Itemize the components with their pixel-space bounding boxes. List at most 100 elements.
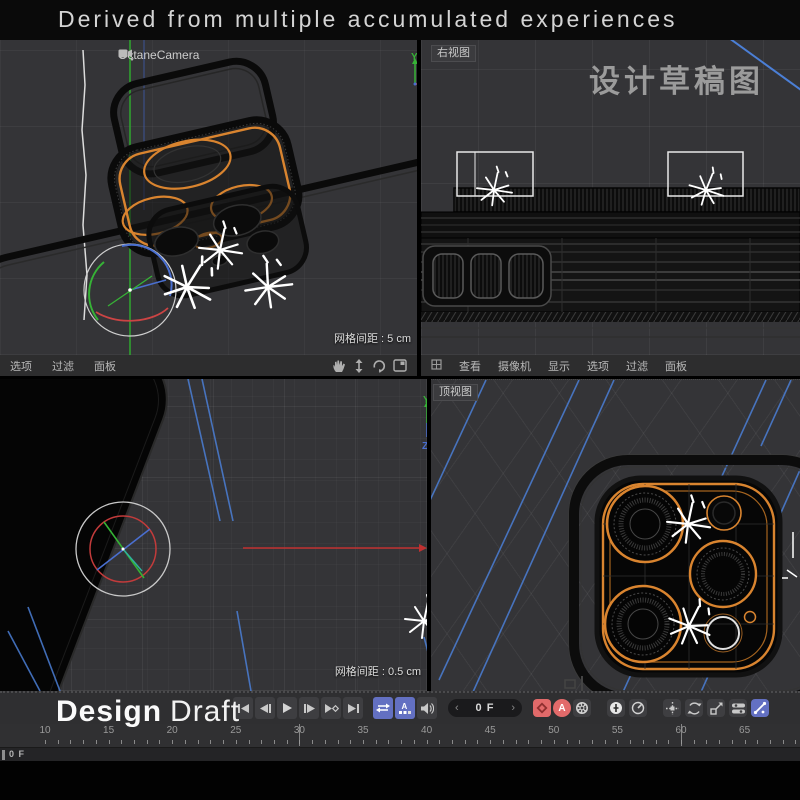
- ruler-frame-number: 50: [548, 725, 559, 736]
- ruler-tick: [363, 740, 364, 744]
- header-bar: Derived from multiple accumulated experi…: [0, 0, 800, 40]
- right-view-menubar: 查看 摄像机 显示 选项 过滤 面板: [421, 355, 800, 376]
- ruler-tick: [83, 740, 84, 744]
- record-rotation-button[interactable]: [629, 699, 647, 717]
- design-draft-watermark-cn: 设计草稿图: [589, 56, 764, 101]
- menu-item[interactable]: 过滤: [626, 358, 648, 374]
- grid-spacing-label: 网格间距 : 0.5 cm: [335, 663, 421, 679]
- ruler-frame-number: 65: [739, 725, 750, 736]
- timeline-scrubber[interactable]: 0 F: [0, 747, 800, 762]
- ruler-tick: [261, 740, 262, 744]
- rotate-view-icon[interactable]: [372, 359, 386, 373]
- ruler-tick: [630, 740, 631, 744]
- sketch-ticks: [782, 532, 797, 578]
- axis-z-label: Z: [422, 441, 427, 451]
- sound-button[interactable]: [417, 697, 437, 719]
- menu-item[interactable]: 面板: [665, 358, 687, 374]
- pan-hand-icon[interactable]: [332, 359, 346, 373]
- ruler-tick: [745, 740, 746, 744]
- ruler-tick: [223, 740, 224, 744]
- menu-item[interactable]: 摄像机: [498, 358, 531, 374]
- ruler-tick: [757, 740, 758, 744]
- menu-item[interactable]: 过滤: [52, 358, 74, 374]
- play-button[interactable]: [277, 697, 297, 719]
- grid-spacing-label: 网格间距 : 5 cm: [334, 330, 411, 346]
- goto-end-button[interactable]: [343, 697, 363, 719]
- frame-increment-arrow[interactable]: ›: [511, 703, 515, 713]
- ruler-tick: [159, 740, 160, 744]
- ruler-tick: [668, 740, 669, 744]
- playhead-marker[interactable]: [2, 750, 5, 760]
- ruler-frame-number: 55: [612, 725, 623, 736]
- menu-item[interactable]: 选项: [587, 358, 609, 374]
- ruler-tick: [312, 740, 313, 744]
- next-frame-button[interactable]: [299, 697, 319, 719]
- ruler-tick: [605, 740, 606, 744]
- current-frame-field[interactable]: ‹ 0 F ›: [448, 699, 522, 717]
- ruler-tick: [465, 740, 466, 744]
- autokey-button[interactable]: A: [553, 699, 571, 717]
- ruler-tick: [643, 740, 644, 744]
- ruler-tick: [70, 740, 71, 744]
- params-button[interactable]: [729, 699, 747, 717]
- record-position-icon: [609, 701, 623, 715]
- dolly-arrows-icon[interactable]: [353, 359, 365, 373]
- ruler-tick: [185, 740, 186, 744]
- menu-item[interactable]: 面板: [94, 358, 116, 374]
- prev-frame-icon: [259, 703, 272, 714]
- scale-button[interactable]: [707, 699, 725, 717]
- loop-playback-button[interactable]: [373, 697, 393, 719]
- ruler-tick: [579, 740, 580, 744]
- ruler-tick: [528, 740, 529, 744]
- exploded-case-wireframe: [0, 40, 417, 355]
- viewport-perspective[interactable]: OctaneCamera Y X 网格间距 : 5 cm: [0, 40, 417, 355]
- keyframe-settings-button[interactable]: [573, 699, 591, 717]
- keyframe-bar-mode-button[interactable]: A: [395, 697, 415, 719]
- camera-bump-wireframe: [565, 455, 800, 692]
- perspective-menubar: 选项 过滤 面板: [0, 355, 417, 376]
- position-button[interactable]: [663, 699, 681, 717]
- pla-icon: [753, 701, 767, 715]
- sketch-burst: [405, 595, 427, 638]
- ruler-tick: [96, 740, 97, 744]
- viewport-grid-icon[interactable]: [431, 357, 442, 375]
- viewport-right-view[interactable]: 右视图 设计草稿图: [421, 40, 800, 355]
- camera-label[interactable]: OctaneCamera: [118, 48, 199, 62]
- footer-strip: [0, 761, 800, 800]
- ruler-tick: [541, 740, 542, 744]
- frame-decrement-arrow[interactable]: ‹: [455, 703, 459, 713]
- current-frame-value: 0 F: [476, 702, 495, 714]
- phone-side-wireframe: [421, 188, 800, 337]
- prev-frame-button[interactable]: [255, 697, 275, 719]
- ruler-tick: [656, 740, 657, 744]
- toggle-view-icon[interactable]: [393, 359, 407, 372]
- rotation-button[interactable]: [685, 699, 703, 717]
- menu-item[interactable]: 查看: [459, 358, 481, 374]
- ruler-frame-number: 40: [421, 725, 432, 736]
- ruler-tick: [388, 740, 389, 744]
- position-icon: [665, 701, 680, 716]
- viewport-label[interactable]: 右视图: [431, 45, 476, 62]
- next-key-button[interactable]: [321, 697, 341, 719]
- ruler-tick: [121, 740, 122, 744]
- menu-item[interactable]: 显示: [548, 358, 570, 374]
- record-position-button[interactable]: [607, 699, 625, 717]
- pla-button[interactable]: [751, 699, 769, 717]
- loop-icon: [376, 702, 390, 714]
- viewport-top-view[interactable]: 顶视图: [431, 379, 800, 692]
- ruler-tick: [58, 740, 59, 744]
- ruler-marker: [299, 724, 300, 746]
- menu-item[interactable]: 选项: [10, 358, 32, 374]
- ruler-tick: [249, 740, 250, 744]
- record-keyframe-button[interactable]: [533, 699, 551, 717]
- ruler-tick: [325, 740, 326, 744]
- next-frame-icon: [303, 703, 316, 714]
- viewport-front-view[interactable]: Y X Z 网格间距 : 0.5 cm: [0, 379, 427, 691]
- next-key-icon: [324, 703, 339, 714]
- ruler-tick: [376, 740, 377, 744]
- ruler-tick: [617, 740, 618, 744]
- x-axis-arrow: [243, 544, 427, 552]
- ruler-tick: [439, 740, 440, 744]
- ruler-tick: [795, 740, 796, 744]
- viewport-label[interactable]: 顶视图: [433, 384, 478, 401]
